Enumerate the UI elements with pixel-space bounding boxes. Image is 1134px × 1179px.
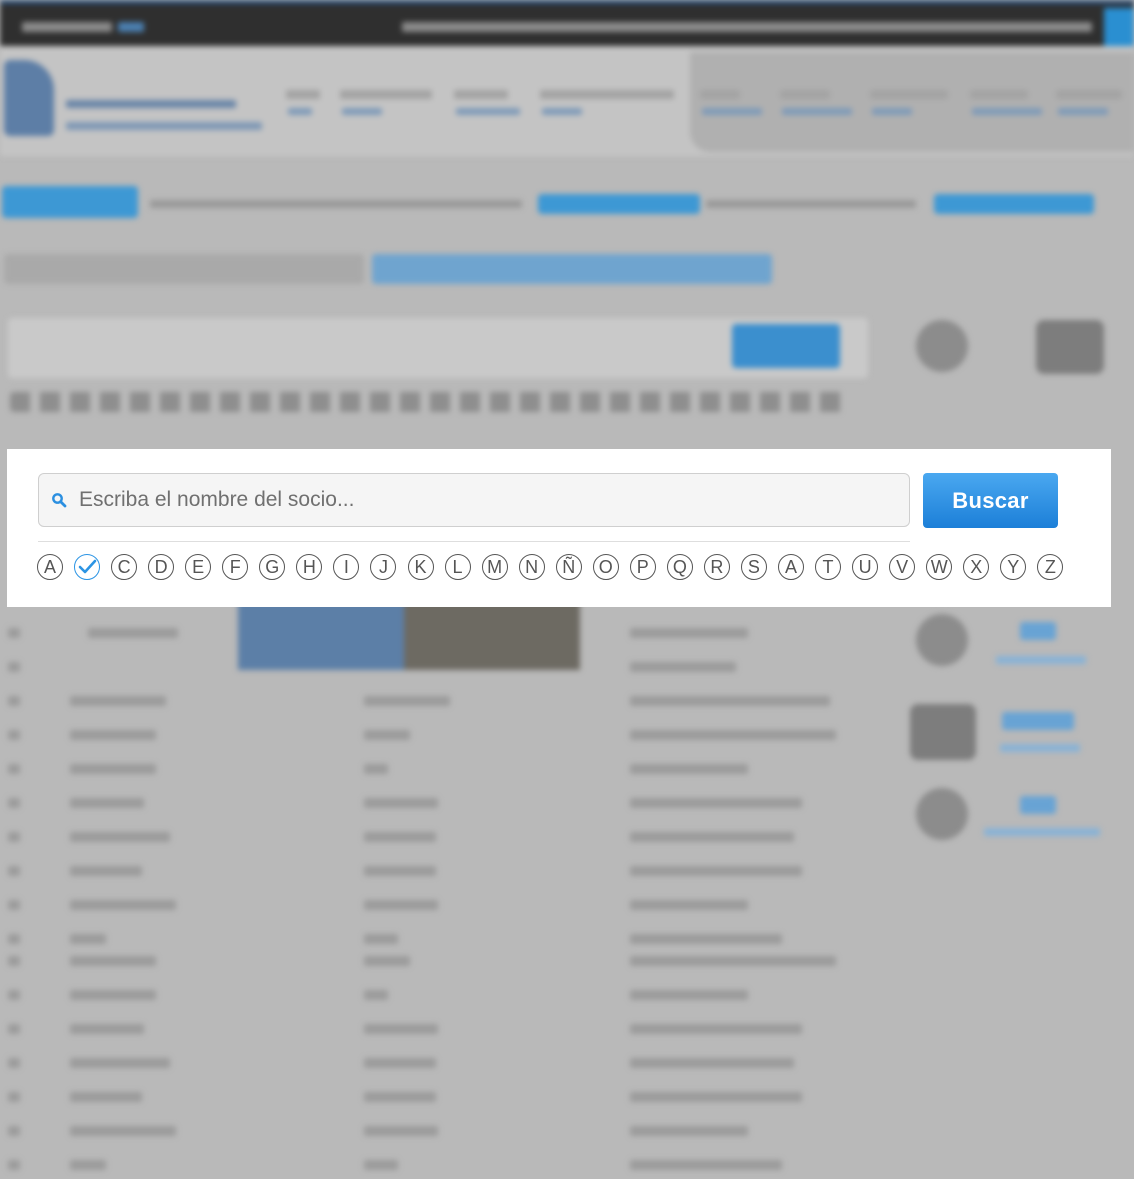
letter-filter-a[interactable]: A — [37, 554, 63, 580]
letter-filter-ñ[interactable]: Ñ — [555, 554, 582, 580]
letter-filter-p[interactable]: P — [629, 554, 656, 580]
letter-filter-u[interactable]: U — [852, 554, 879, 580]
letter-filter-q[interactable]: Q — [666, 554, 693, 580]
letter-filter-y[interactable]: Y — [1000, 554, 1027, 580]
letter-filter-n[interactable]: N — [518, 554, 545, 580]
search-icon — [51, 492, 67, 508]
top-bar — [0, 0, 1134, 50]
letter-filter-z[interactable]: Z — [1037, 554, 1064, 580]
letter-filter-i[interactable]: I — [333, 554, 360, 580]
divider — [38, 541, 910, 542]
search-input[interactable] — [77, 473, 909, 527]
letter-filter-s[interactable]: S — [740, 554, 767, 580]
letter-filter-d[interactable]: D — [148, 554, 175, 580]
letter-filter-h[interactable]: H — [296, 554, 323, 580]
letter-filter-t[interactable]: T — [815, 554, 842, 580]
letter-filter-l[interactable]: L — [444, 554, 471, 580]
letter-filter-selected-check-icon[interactable] — [74, 554, 101, 580]
letter-filter-w[interactable]: W — [926, 554, 953, 580]
letter-filter-f[interactable]: F — [222, 554, 249, 580]
letter-filter-x[interactable]: X — [963, 554, 990, 580]
letter-filter-v[interactable]: V — [889, 554, 916, 580]
search-button[interactable]: Buscar — [923, 473, 1058, 528]
letter-filter-c[interactable]: C — [111, 554, 138, 580]
letter-filter-j[interactable]: J — [370, 554, 397, 580]
letter-filter-o[interactable]: O — [592, 554, 619, 580]
letter-filter-m[interactable]: M — [481, 554, 508, 580]
letter-filter-k[interactable]: K — [407, 554, 434, 580]
letter-filter-g[interactable]: G — [259, 554, 286, 580]
search-box[interactable] — [38, 473, 910, 527]
letter-filter-a[interactable]: A — [778, 554, 804, 580]
letter-filter-e[interactable]: E — [185, 554, 212, 580]
member-search-panel: Buscar ACDEFGHIJKLMNÑOPQRSATUVWXYZ — [7, 449, 1111, 607]
letter-filter-r[interactable]: R — [703, 554, 730, 580]
site-logo — [4, 60, 54, 136]
